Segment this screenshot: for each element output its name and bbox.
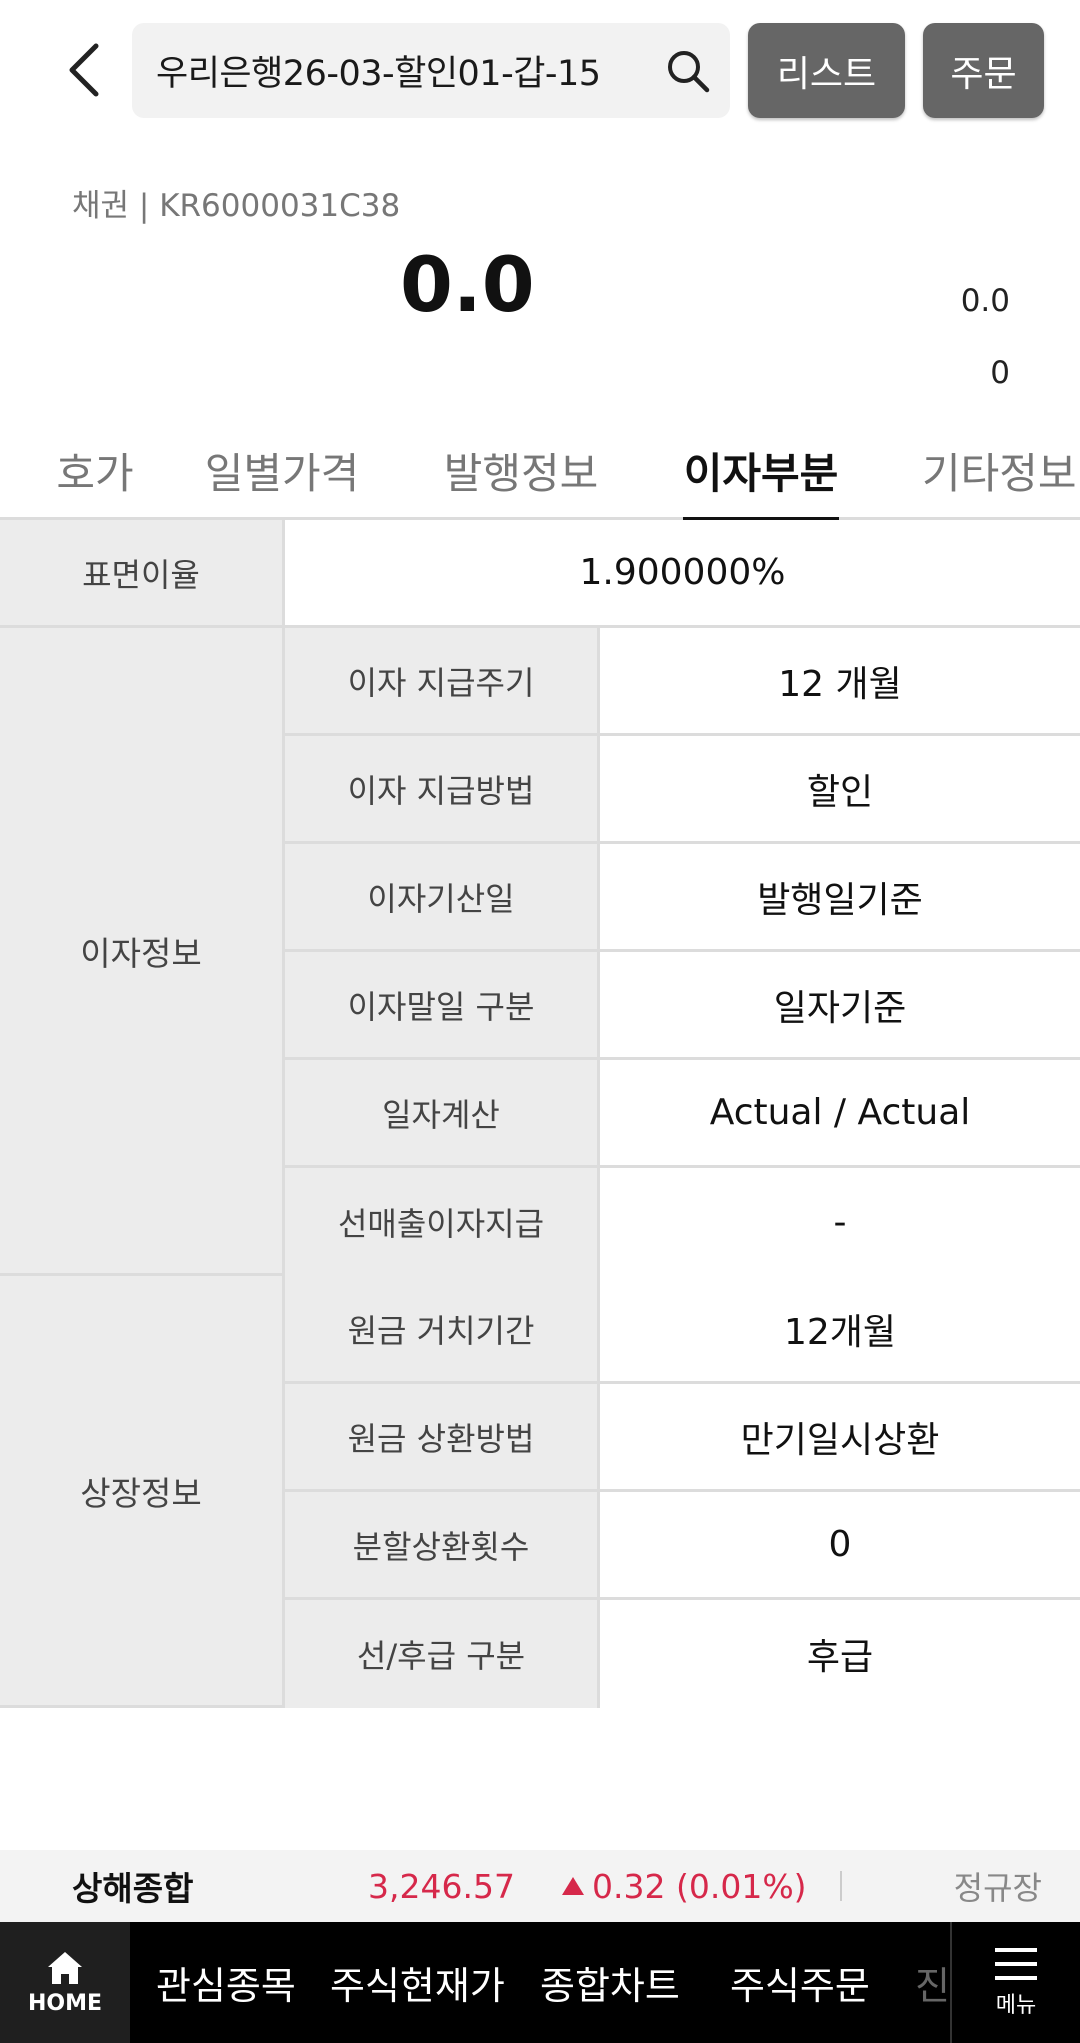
triangle-up-icon [562,1877,584,1895]
tab-issue-info[interactable]: 발행정보 [441,420,601,520]
tab-other-info[interactable]: 기타정보 [922,420,1080,520]
nav-stock-price[interactable]: 주식현재가 [330,1922,505,2043]
index-ticker[interactable]: 상해종합 3,246.57 0.32 (0.01%) 정규장 [0,1850,1080,1922]
nav-watchlist[interactable]: 관심종목 [156,1922,296,2043]
index-change: 0.32 (0.01%) [560,1867,807,1906]
row-value: 12 개월 [600,628,1080,733]
nav-partial-item[interactable]: 진 [915,1922,950,2043]
nav-stock-order[interactable]: 주식주문 [730,1922,870,2043]
table-row: 이자기산일 발행일기준 [285,844,1080,952]
search-input[interactable]: 우리은행26-03-할인01-갑-15 [156,45,662,96]
row-value: 후급 [600,1600,1080,1708]
table-row: 이자말일 구분 일자기준 [285,952,1080,1060]
bond-interest-screen: 우리은행26-03-할인01-갑-15 리스트 주문 채권 | KR600003… [0,0,1080,2043]
menu-button[interactable]: 메뉴 [950,1922,1080,2043]
volume-value: 0 [990,355,1010,391]
listing-info-label: 상장정보 [0,1276,285,1705]
row-label: 원금 상환방법 [285,1384,600,1489]
nav-chart[interactable]: 종합차트 [540,1922,680,2043]
price-change: 0.0 [960,283,1010,319]
list-button[interactable]: 리스트 [748,23,905,118]
row-label: 이자 지급주기 [285,628,600,733]
row-label: 선매출이자지급 [285,1168,600,1276]
search-icon[interactable] [662,45,714,97]
row-label: 원금 거치기간 [285,1276,600,1381]
divider [840,1871,842,1901]
tab-daily-price[interactable]: 일별가격 [202,420,362,520]
table-row: 선/후급 구분 후급 [285,1600,1080,1708]
table-row: 선매출이자지급 - [285,1168,1080,1276]
table-row: 원금 거치기간 12개월 [285,1276,1080,1384]
security-meta: 채권 | KR6000031C38 [72,188,401,224]
table-row: 이자 지급방법 할인 [285,736,1080,844]
listing-info-group: 상장정보 원금 거치기간 12개월 원금 상환방법 만기일시상환 분할상환횟수 … [0,1276,1080,1708]
row-label: 이자 지급방법 [285,736,600,841]
listing-info-rows: 원금 거치기간 12개월 원금 상환방법 만기일시상환 분할상환횟수 0 선/후… [285,1276,1080,1708]
chevron-left-icon [69,43,99,97]
hamburger-icon [995,1947,1037,1980]
menu-label: 메뉴 [995,1992,1037,2018]
row-value: 만기일시상환 [600,1384,1080,1489]
index-value: 3,246.57 [368,1866,515,1906]
market-session: 정규장 [953,1869,1042,1907]
home-label: HOME [27,1991,103,2016]
row-label: 분할상환횟수 [285,1492,600,1597]
row-value: - [600,1168,1080,1276]
row-value: 발행일기준 [600,844,1080,949]
order-button[interactable]: 주문 [923,23,1044,118]
row-label: 이자기산일 [285,844,600,949]
row-value: 12개월 [600,1276,1080,1381]
row-label: 선/후급 구분 [285,1600,600,1708]
current-price: 0.0 [400,240,535,329]
interest-table: 표면이율 1.900000% 이자정보 이자 지급주기 12 개월 이자 지급방… [0,520,1080,1708]
table-row: 일자계산 Actual / Actual [285,1060,1080,1168]
tab-interest[interactable]: 이자부분 [683,420,839,523]
table-row: 이자 지급주기 12 개월 [285,628,1080,736]
row-label: 이자말일 구분 [285,952,600,1057]
interest-info-label: 이자정보 [0,628,285,1273]
home-icon [48,1952,82,1984]
back-button[interactable] [48,30,120,110]
table-row: 원금 상환방법 만기일시상환 [285,1384,1080,1492]
header: 우리은행26-03-할인01-갑-15 리스트 주문 [0,0,1080,140]
index-change-text: 0.32 (0.01%) [592,1866,807,1906]
bottom-nav: HOME 관심종목 주식현재가 종합차트 주식주문 진 메뉴 [0,1922,1080,2043]
interest-info-rows: 이자 지급주기 12 개월 이자 지급방법 할인 이자기산일 발행일기준 이자말… [285,628,1080,1276]
row-label: 일자계산 [285,1060,600,1165]
row-value: 일자기준 [600,952,1080,1057]
row-value: Actual / Actual [600,1060,1080,1165]
index-name: 상해종합 [72,1869,194,1908]
coupon-rate-label: 표면이율 [0,520,285,625]
tab-quote[interactable]: 호가 [55,420,135,520]
interest-info-group: 이자정보 이자 지급주기 12 개월 이자 지급방법 할인 이자기산일 발행일기… [0,628,1080,1276]
coupon-rate-value: 1.900000% [285,520,1080,625]
table-row: 분할상환횟수 0 [285,1492,1080,1600]
row-value: 0 [600,1492,1080,1597]
search-field[interactable]: 우리은행26-03-할인01-갑-15 [132,23,730,118]
home-button[interactable]: HOME [0,1922,130,2043]
table-row: 표면이율 1.900000% [0,520,1080,628]
row-value: 할인 [600,736,1080,841]
tab-bar: 호가 일별가격 발행정보 이자부분 기타정보 [0,420,1080,523]
